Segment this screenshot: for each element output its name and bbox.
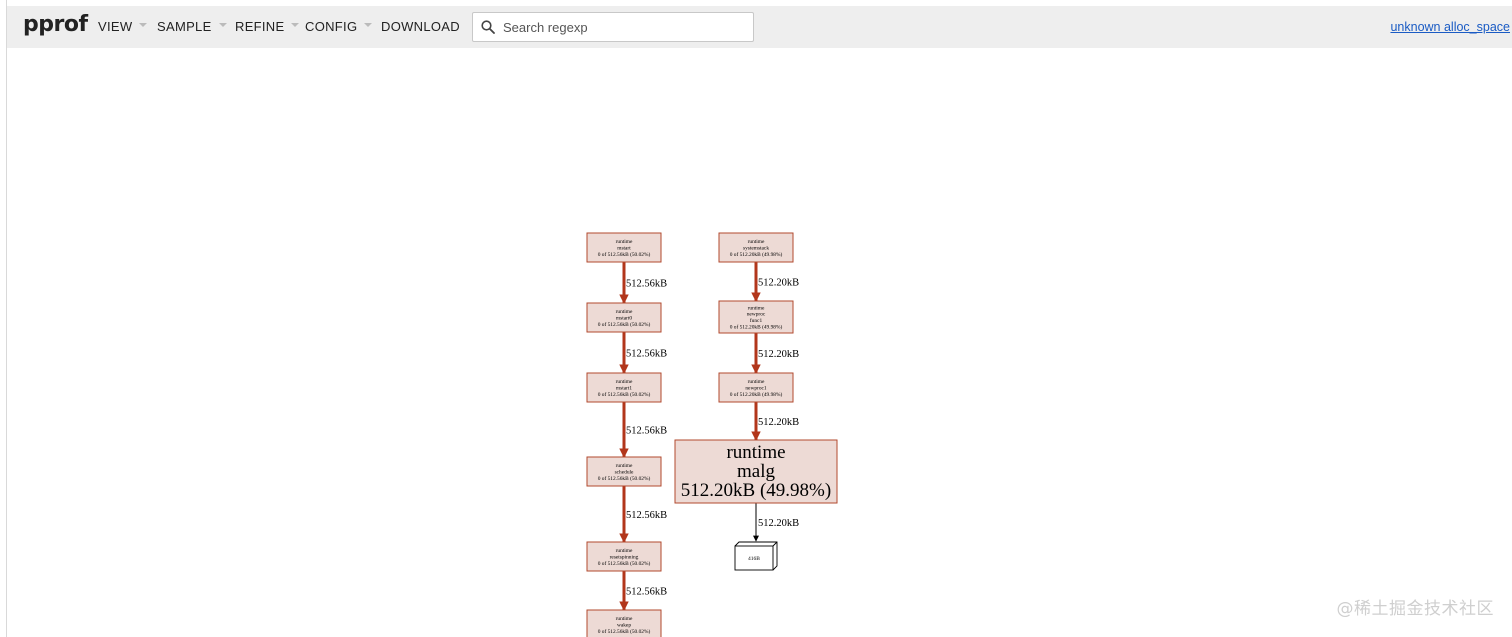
graph-node-label: mstart0 — [616, 315, 632, 321]
graph-edge-label: 512.56kB — [626, 279, 667, 290]
graph-node-newproc1[interactable]: runtimenewproc10 of 512.20kB (49.98%) — [718, 372, 794, 403]
graph-node-label: 0 of 512.56kB (50.02%) — [598, 321, 651, 328]
graph-node-label: 0 of 512.56kB (50.02%) — [598, 391, 651, 398]
graph-node-label: 512.20kB (49.98%) — [681, 480, 831, 501]
graph-node-mstart1[interactable]: runtimemstart10 of 512.56kB (50.02%) — [586, 372, 662, 403]
graph-edge-label: 512.20kB — [758, 349, 799, 360]
watermark: @稀土掘金技术社区 — [1336, 599, 1494, 619]
graph-node-label: systemstack — [743, 245, 769, 251]
graph-node-label: runtime — [616, 548, 633, 554]
graph-node-wakep[interactable]: runtimewakep0 of 512.56kB (50.02%) — [586, 609, 662, 637]
graph-node-resetspinning[interactable]: runtimeresetspinning0 of 512.56kB (50.02… — [586, 541, 662, 572]
graph-node-label: newproc — [747, 312, 766, 318]
graph-node-label: runtime — [748, 305, 765, 311]
graph-node-label: runtime — [616, 309, 633, 315]
call-graph: 512.56kB 512.56kB 512.56kB 512.56kB 512.56kB… — [586, 232, 838, 637]
graph-node-label: runtime — [748, 379, 765, 385]
graph-edge-label: 512.56kB — [626, 349, 667, 360]
graph-node-label: 0 of 512.56kB (50.02%) — [598, 475, 651, 482]
graph-node-label: newproc1 — [745, 385, 767, 391]
graph-node-label: 416B — [748, 556, 760, 562]
graph-node-label: func1 — [750, 317, 763, 324]
graph-node-label: resetspinning — [610, 554, 639, 560]
graph-node-label: runtime — [616, 379, 633, 385]
graph-node-label: runtime — [726, 442, 785, 463]
graph-node-mstart0[interactable]: runtimemstart00 of 512.56kB (50.02%) — [586, 302, 662, 333]
graph-node-malg[interactable]: runtimemalg512.20kB (49.98%) — [674, 439, 838, 504]
graph-node-label: runtime — [616, 616, 633, 622]
graph-edge-label: 512.56kB — [626, 510, 667, 521]
graph-node-label: 0 of 512.56kB (50.02%) — [598, 560, 651, 567]
graph-node-systemstack[interactable]: runtimesystemstack0 of 512.20kB (49.98%) — [718, 232, 794, 263]
graph-node-label: mstart — [617, 245, 631, 251]
graph-node-label: schedule — [615, 469, 634, 475]
graph-node-schedule[interactable]: runtimeschedule0 of 512.56kB (50.02%) — [586, 456, 662, 487]
graph-node-label: runtime — [616, 239, 633, 245]
graph-edge-label: 512.56kB — [626, 587, 667, 598]
graph-edge-label: 512.20kB — [758, 278, 799, 289]
graph-node-label: runtime — [748, 239, 765, 245]
pprof-page: pprof VIEW SAMPLE REFINE CONFIG DOWNLOAD — [0, 0, 1512, 637]
graph-edge-label: 512.56kB — [626, 426, 667, 437]
graph-node-label: 0 of 512.20kB (49.98%) — [730, 324, 783, 331]
graph-node-label: malg — [737, 461, 775, 482]
graph-node-label: 0 of 512.56kB (50.02%) — [598, 251, 651, 258]
graph-edge-label: 512.20kB — [758, 417, 799, 428]
graph-node-alloc_416B[interactable]: 416B — [734, 541, 778, 571]
graph-edge-label: 512.20kB — [758, 518, 799, 529]
graph-node-label: runtime — [616, 463, 633, 469]
graph-node-mstart[interactable]: runtimemstart0 of 512.56kB (50.02%) — [586, 232, 662, 263]
graph-node-newproc_func1[interactable]: runtimenewprocfunc10 of 512.20kB (49.98%… — [718, 300, 794, 334]
graph-node-label: 0 of 512.20kB (49.98%) — [730, 251, 783, 258]
graph-node-label: wakep — [617, 622, 631, 628]
graph-node-label: mstart1 — [616, 385, 632, 391]
graph-node-label: 0 of 512.20kB (49.98%) — [730, 391, 783, 398]
graph-node-label: 0 of 512.56kB (50.02%) — [598, 628, 651, 635]
